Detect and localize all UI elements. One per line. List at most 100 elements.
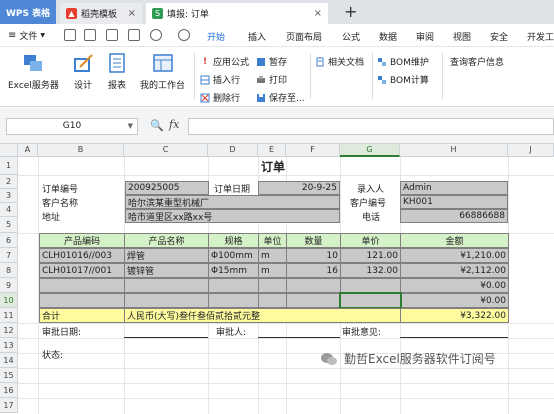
report-button[interactable]: 报表 <box>106 53 128 91</box>
row-header[interactable]: 15 <box>0 368 18 383</box>
approver-underline[interactable] <box>258 337 340 338</box>
row-header[interactable]: 5 <box>0 217 18 233</box>
menu-home[interactable]: 开始 <box>207 30 225 43</box>
print-button[interactable]: 打印 <box>256 73 287 86</box>
customer-code-field[interactable]: KH001 <box>400 195 508 209</box>
row-header[interactable]: 12 <box>0 323 18 338</box>
menu-insert[interactable]: 插入 <box>248 30 266 43</box>
row-header[interactable]: 11 <box>0 308 18 323</box>
order-no-field[interactable]: 200925005 <box>125 181 209 195</box>
close-tab-icon[interactable]: × <box>314 8 322 19</box>
column-header[interactable]: A <box>18 144 38 157</box>
row-header[interactable]: 14 <box>0 353 18 368</box>
row-header[interactable]: 13 <box>0 338 18 353</box>
column-header-selected[interactable]: G <box>340 144 400 157</box>
item-unit-cell[interactable]: m <box>258 263 287 278</box>
column-header[interactable]: J <box>508 144 554 157</box>
item-code-cell[interactable] <box>39 278 125 293</box>
item-name-cell[interactable] <box>124 278 209 293</box>
item-name-cell[interactable]: 镀锌管 <box>124 263 209 278</box>
tab-wps-sheets[interactable]: WPS 表格 <box>0 0 56 24</box>
phone-field[interactable]: 66886688 <box>400 209 508 223</box>
print-quick-icon[interactable] <box>106 29 118 41</box>
column-header[interactable]: B <box>38 144 124 157</box>
item-qty-cell[interactable]: 16 <box>286 263 341 278</box>
row-header-selected[interactable]: 10 <box>0 293 18 308</box>
new-tab-button[interactable]: + <box>344 2 357 21</box>
spreadsheet-grid[interactable]: A B C D E F G H J 1 2 3 4 5 6 7 8 9 10 1… <box>0 144 554 414</box>
row-header[interactable]: 17 <box>0 398 18 413</box>
redo-icon[interactable] <box>178 29 190 41</box>
fx-icon[interactable]: fx <box>169 118 179 131</box>
item-qty-cell[interactable] <box>286 278 341 293</box>
customer-name-field[interactable]: 哈尔滨某重型机械厂 <box>125 195 340 209</box>
menu-page-layout[interactable]: 页面布局 <box>286 30 322 43</box>
undo-icon[interactable] <box>150 29 162 41</box>
item-code-cell[interactable] <box>39 293 125 308</box>
menu-review[interactable]: 审阅 <box>416 30 434 43</box>
item-spec-cell[interactable] <box>208 293 259 308</box>
item-spec-cell[interactable]: Φ100mm <box>208 248 259 263</box>
approval-opinion-underline[interactable] <box>400 337 508 338</box>
file-menu-button[interactable]: ≡ 文件 ▼ <box>8 29 45 42</box>
item-name-cell[interactable] <box>124 293 209 308</box>
menu-data[interactable]: 数据 <box>379 30 397 43</box>
row-header[interactable]: 7 <box>0 248 18 263</box>
item-qty-cell[interactable]: 10 <box>286 248 341 263</box>
design-button[interactable]: 设计 <box>72 53 94 91</box>
item-price-cell[interactable]: 132.00 <box>340 263 401 278</box>
menu-developer[interactable]: 开发工 <box>527 30 554 43</box>
column-header[interactable]: F <box>286 144 340 157</box>
chevron-down-icon[interactable]: ▼ <box>128 119 133 134</box>
menu-formulas[interactable]: 公式 <box>342 30 360 43</box>
formula-input[interactable] <box>188 118 554 135</box>
bom-maintain-button[interactable]: BOM维护 <box>377 55 429 68</box>
item-spec-cell[interactable]: Φ15mm <box>208 263 259 278</box>
row-header[interactable]: 6 <box>0 233 18 248</box>
item-unit-cell[interactable] <box>258 293 287 308</box>
column-header[interactable]: C <box>124 144 208 157</box>
apply-formula-button[interactable]: ! 应用公式 <box>200 55 249 69</box>
item-unit-cell[interactable]: m <box>258 248 287 263</box>
query-customer-button[interactable]: 查询客户信息 <box>450 55 504 68</box>
item-spec-cell[interactable] <box>208 278 259 293</box>
name-box[interactable]: G10 ▼ <box>6 118 138 135</box>
zoom-icon[interactable]: 🔍 <box>150 119 164 132</box>
preview-icon[interactable] <box>128 29 140 41</box>
save-to-button[interactable]: 保存至... <box>256 91 305 104</box>
address-field[interactable]: 哈市道里区xx路xx号 <box>125 209 340 223</box>
row-header[interactable]: 16 <box>0 383 18 398</box>
menu-view[interactable]: 视图 <box>453 30 471 43</box>
row-header[interactable]: 4 <box>0 203 18 217</box>
row-header[interactable]: 8 <box>0 263 18 278</box>
delete-row-button[interactable]: 删除行 <box>200 91 240 104</box>
item-price-cell[interactable]: 121.00 <box>340 248 401 263</box>
save-quick-icon[interactable] <box>84 29 96 41</box>
item-unit-cell[interactable] <box>258 278 287 293</box>
order-date-field[interactable]: 20-9-25 <box>258 181 340 195</box>
entered-by-field[interactable]: Admin <box>400 181 508 195</box>
menu-security[interactable]: 安全 <box>490 30 508 43</box>
item-name-cell[interactable]: 焊管 <box>124 248 209 263</box>
row-header[interactable]: 1 <box>0 157 18 175</box>
insert-row-button[interactable]: 插入行 <box>200 73 240 86</box>
open-icon[interactable] <box>64 29 76 41</box>
tab-daoke-templates[interactable]: ▲ 稻壳模板 × <box>60 3 142 24</box>
column-header[interactable]: E <box>258 144 286 157</box>
item-qty-cell[interactable] <box>286 293 341 308</box>
tab-order-file[interactable]: S 填报: 订单 × <box>146 3 328 24</box>
active-cell-selection[interactable] <box>339 292 402 309</box>
related-docs-button[interactable]: 相关文档 <box>315 55 364 68</box>
excel-server-button[interactable]: Excel服务器 <box>8 53 59 91</box>
row-header[interactable]: 3 <box>0 189 18 203</box>
row-header[interactable]: 9 <box>0 278 18 293</box>
select-all-corner[interactable] <box>0 144 18 157</box>
column-header[interactable]: D <box>208 144 258 157</box>
column-header[interactable]: H <box>400 144 508 157</box>
stash-button[interactable]: 暂存 <box>256 55 287 68</box>
row-header[interactable]: 2 <box>0 175 18 189</box>
bom-calc-button[interactable]: BOM计算 <box>377 73 429 86</box>
item-code-cell[interactable]: CLH01017//001 <box>39 263 125 278</box>
item-code-cell[interactable]: CLH01016//003 <box>39 248 125 263</box>
my-workbench-button[interactable]: 我的工作台 <box>140 53 185 91</box>
